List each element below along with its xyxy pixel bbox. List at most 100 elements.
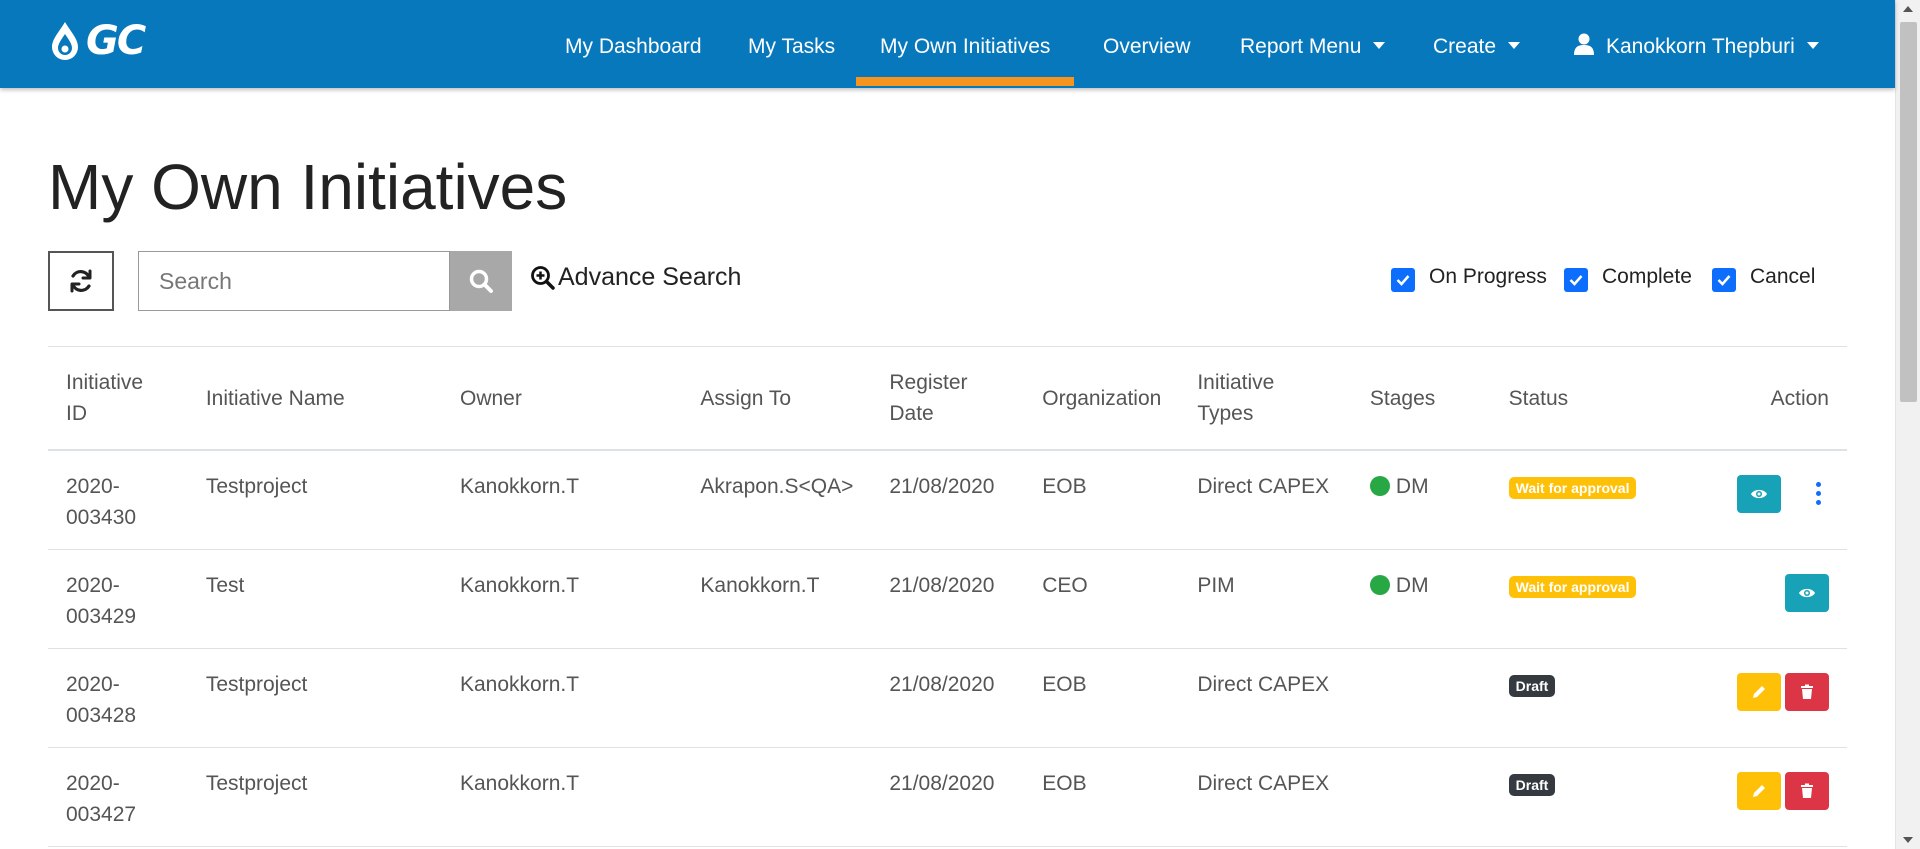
advance-search-link[interactable]: Advance Search [530, 263, 741, 292]
cell-action [1693, 648, 1847, 748]
table-row: 2020-003430 Testproject Kanokkorn.T Akra… [48, 450, 1847, 550]
cell-organization: EOB [1024, 450, 1180, 550]
nav-report-menu-label: Report Menu [1240, 35, 1362, 58]
cell-assign-to: Akrapon.S<QA> [682, 450, 872, 550]
cell-assign-to: Kanokkorn.T [682, 549, 872, 649]
page-title: My Own Initiatives [48, 151, 568, 223]
filter-on-progress[interactable]: On Progress [1391, 262, 1547, 292]
col-action: Action [1693, 346, 1847, 451]
top-navbar: GC My Dashboard My Tasks My Own Initiati… [0, 0, 1895, 88]
search-input[interactable] [138, 251, 450, 311]
cell-assign-to [682, 747, 872, 847]
table-header-row: Initiative ID Initiative Name Owner Assi… [48, 346, 1847, 451]
status-badge: Wait for approval [1508, 477, 1637, 499]
scroll-up-icon[interactable] [1903, 6, 1913, 12]
nav-create[interactable]: Create [1433, 0, 1521, 88]
checkmark-icon [1396, 275, 1410, 286]
filter-complete[interactable]: Complete [1564, 262, 1692, 292]
edit-button[interactable] [1737, 672, 1781, 711]
filter-complete-label: Complete [1602, 265, 1692, 288]
cell-initiative-id: 2020-003428 [48, 648, 188, 748]
cell-initiative-types: PIM [1179, 549, 1352, 649]
col-stages[interactable]: Stages [1351, 346, 1491, 451]
cell-initiative-name: Testproject [187, 450, 442, 550]
droplet-icon [52, 22, 78, 60]
cell-organization: EOB [1024, 648, 1180, 748]
stage-label: DM [1395, 573, 1429, 597]
nav-my-own-initiatives[interactable]: My Own Initiatives [855, 0, 1075, 88]
status-badge: Wait for approval [1508, 575, 1637, 598]
nav-my-dashboard[interactable]: My Dashboard [565, 0, 702, 88]
nav-overview[interactable]: Overview [1103, 0, 1191, 88]
scroll-down-icon[interactable] [1903, 837, 1913, 843]
col-initiative-name[interactable]: Initiative Name [187, 346, 442, 451]
refresh-button[interactable] [48, 251, 114, 311]
filter-cancel[interactable]: Cancel [1712, 262, 1815, 292]
pencil-icon [1753, 784, 1765, 797]
cell-owner: Kanokkorn.T [442, 450, 683, 550]
col-register-date[interactable]: Register Date [871, 346, 1025, 451]
cell-owner: Kanokkorn.T [442, 747, 683, 847]
cell-initiative-name: Testproject [187, 747, 442, 847]
logo-text: GC [86, 18, 146, 64]
cell-status: Wait for approval [1490, 450, 1694, 550]
trash-icon [1801, 684, 1813, 699]
stage-label: DM [1395, 475, 1429, 498]
checkbox-complete[interactable] [1564, 268, 1588, 292]
nav-my-own-initiatives-label: My Own Initiatives [880, 35, 1051, 58]
view-button[interactable] [1785, 573, 1829, 612]
eye-icon [1751, 489, 1767, 499]
user-name: Kanokkorn Thepburi [1606, 35, 1795, 58]
nav-create-label: Create [1433, 35, 1497, 58]
cell-stages: DM [1351, 549, 1491, 649]
stage-status-dot [1369, 476, 1390, 496]
edit-button[interactable] [1737, 771, 1781, 810]
nav-report-menu[interactable]: Report Menu [1240, 0, 1386, 88]
chevron-down-icon [1806, 42, 1819, 49]
table-row: 2020-003427 Testproject Kanokkorn.T 21/0… [48, 747, 1847, 847]
delete-button[interactable] [1785, 771, 1829, 810]
status-badge: Draft [1508, 773, 1556, 796]
cell-owner: Kanokkorn.T [442, 648, 683, 748]
checkbox-on-progress[interactable] [1391, 268, 1415, 292]
search-button[interactable] [450, 251, 512, 311]
chevron-down-icon [1373, 42, 1386, 49]
col-initiative-types[interactable]: Initiative Types [1179, 346, 1352, 451]
filter-cancel-label: Cancel [1750, 265, 1816, 288]
cell-assign-to [682, 648, 872, 748]
cell-initiative-id: 2020-003427 [48, 747, 188, 847]
checkmark-icon [1717, 275, 1731, 286]
cell-register-date: 21/08/2020 [871, 747, 1025, 847]
cell-organization: EOB [1024, 747, 1180, 847]
scroll-thumb[interactable] [1900, 22, 1917, 402]
col-assign-to[interactable]: Assign To [682, 346, 872, 451]
pencil-icon [1753, 685, 1765, 698]
col-owner[interactable]: Owner [442, 346, 683, 451]
refresh-icon [70, 269, 92, 293]
col-initiative-id[interactable]: Initiative ID [48, 346, 188, 451]
cell-status: Wait for approval [1490, 549, 1694, 649]
filter-on-progress-label: On Progress [1429, 265, 1547, 288]
checkbox-cancel[interactable] [1712, 268, 1736, 292]
more-options-icon[interactable] [1807, 475, 1829, 513]
checkmark-icon [1569, 275, 1583, 286]
cell-organization: CEO [1024, 549, 1180, 649]
gc-logo[interactable]: GC [48, 18, 180, 64]
advance-search-label: Advance Search [558, 263, 742, 291]
nav-my-tasks[interactable]: My Tasks [748, 0, 835, 88]
col-status[interactable]: Status [1490, 346, 1694, 451]
trash-icon [1801, 783, 1813, 798]
chevron-down-icon [1508, 42, 1521, 49]
col-organization[interactable]: Organization [1024, 346, 1180, 451]
user-menu[interactable]: Kanokkorn Thepburi [1574, 0, 1819, 88]
page-scrollbar[interactable] [1895, 0, 1920, 849]
table-row: 2020-003428 Testproject Kanokkorn.T 21/0… [48, 648, 1847, 748]
cell-status: Draft [1490, 648, 1694, 748]
cell-initiative-types: Direct CAPEX [1179, 648, 1352, 748]
cell-stages: DM [1351, 450, 1491, 550]
eye-icon [1799, 588, 1815, 597]
view-button[interactable] [1737, 475, 1781, 513]
delete-button[interactable] [1785, 672, 1829, 711]
cell-action [1693, 549, 1847, 649]
zoom-in-icon [531, 265, 555, 290]
